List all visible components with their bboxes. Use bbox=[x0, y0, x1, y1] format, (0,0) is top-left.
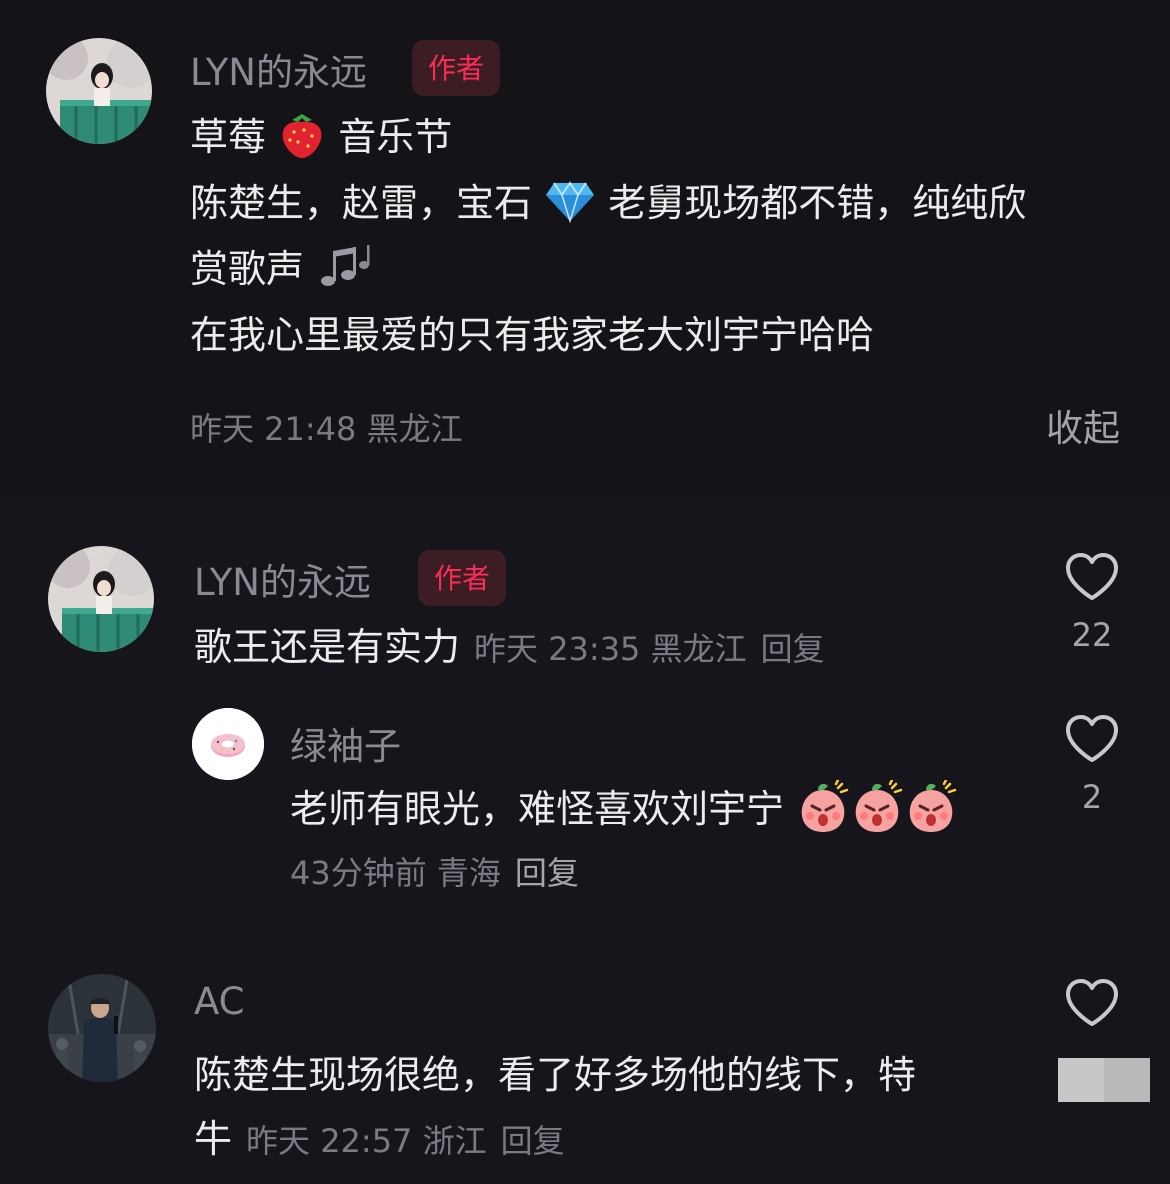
post-text-segment: 老舅现场都不错，纯纯欣 bbox=[608, 181, 1027, 225]
heart-outline-icon bbox=[1066, 979, 1118, 1026]
commenter-avatar[interactable] bbox=[192, 708, 264, 780]
main-post: LYN的永远 作者 草莓 音乐节 陈楚生，赵雷，宝石 老舅现场都不错，纯纯欣 赏… bbox=[0, 0, 1170, 496]
angry-peach-emoji bbox=[904, 778, 958, 843]
comment-text: 老师有眼光，难怪喜欢刘宇宁 bbox=[290, 787, 785, 831]
post-text-segment: 音乐节 bbox=[338, 115, 453, 159]
commenter-avatar[interactable] bbox=[48, 546, 154, 652]
comment-text-line-1: 陈楚生现场很绝，看了好多场他的线下，特 bbox=[194, 1053, 917, 1097]
author-badge: 作者 bbox=[418, 550, 507, 606]
post-text-line-4: 在我心里最爱的只有我家老大刘宇宁哈哈 bbox=[190, 313, 875, 357]
comment-meta: 昨天 23:35 黑龙江 bbox=[474, 630, 747, 668]
comment-meta-line: 43分钟前 青海 回复 bbox=[290, 848, 579, 894]
post-text-segment: 草莓 bbox=[190, 115, 267, 159]
post-text-line-3: 赏歌声 bbox=[190, 238, 372, 300]
commenter-name[interactable]: 绿袖子 bbox=[290, 716, 401, 770]
comment-meta: 43分钟前 青海 bbox=[290, 854, 501, 892]
angry-peach-emoji bbox=[850, 778, 904, 843]
overlay-placeholder bbox=[1058, 1058, 1150, 1102]
post-text-line-1: 草莓 音乐节 bbox=[190, 106, 452, 169]
gem-emoji bbox=[544, 179, 596, 232]
reply-button[interactable]: 回复 bbox=[761, 630, 825, 668]
comment-meta: 昨天 22:57 浙江 bbox=[246, 1122, 487, 1160]
like-count: 2 bbox=[1081, 778, 1103, 816]
collapse-button[interactable]: 收起 bbox=[1046, 398, 1120, 452]
strawberry-emoji bbox=[278, 110, 326, 169]
music-notes-emoji bbox=[316, 243, 372, 300]
comment-text: 牛 bbox=[194, 1117, 233, 1161]
angry-peach-emoji bbox=[796, 778, 850, 843]
author-avatar[interactable] bbox=[46, 38, 152, 144]
author-name[interactable]: LYN的永远 bbox=[190, 42, 367, 96]
post-text-segment: 陈楚生，赵雷，宝石 bbox=[190, 181, 533, 225]
heart-outline-icon bbox=[1066, 715, 1118, 762]
comment-text-line: 老师有眼光，难怪喜欢刘宇宁 bbox=[290, 778, 958, 843]
like-button[interactable]: 22 bbox=[1062, 552, 1122, 654]
commenter-name[interactable]: AC bbox=[194, 980, 245, 1023]
comment-text-line-2: 牛昨天 22:57 浙江 回复 bbox=[194, 1108, 565, 1163]
post-meta: 昨天 21:48 黑龙江 bbox=[190, 410, 463, 448]
reply-button[interactable]: 回复 bbox=[515, 854, 579, 892]
reply-button[interactable]: 回复 bbox=[501, 1122, 565, 1160]
author-badge: 作者 bbox=[412, 40, 501, 96]
commenter-avatar[interactable] bbox=[48, 974, 156, 1082]
post-text-line-2: 陈楚生，赵雷，宝石 老舅现场都不错，纯纯欣 bbox=[190, 172, 1026, 232]
like-button[interactable]: 2 bbox=[1062, 714, 1122, 816]
comment-text-line: 歌王还是有实力 昨天 23:35 黑龙江 回复 bbox=[194, 616, 825, 671]
heart-outline-icon bbox=[1066, 553, 1118, 600]
post-text-segment: 赏歌声 bbox=[190, 247, 305, 291]
commenter-name[interactable]: LYN的永远 bbox=[194, 552, 371, 606]
comment-text: 歌王还是有实力 bbox=[194, 625, 461, 669]
like-button[interactable] bbox=[1062, 978, 1122, 1028]
like-count: 22 bbox=[1071, 616, 1113, 654]
